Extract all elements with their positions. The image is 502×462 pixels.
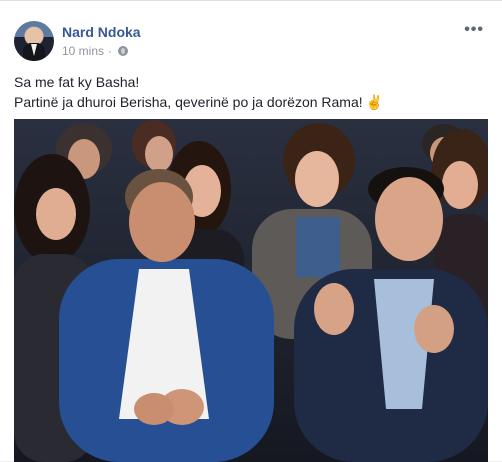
author-avatar[interactable]	[14, 21, 54, 61]
post-card: Nard Ndoka 10 mins · ••• Sa me fat ky Ba…	[0, 0, 502, 462]
post-message: Sa me fat ky Basha! Partinë ja dhuroi Be…	[14, 72, 488, 112]
post-timestamp[interactable]: 10 mins	[62, 44, 104, 58]
globe-icon[interactable]	[118, 46, 129, 56]
post-meta: 10 mins ·	[62, 44, 129, 58]
post-text-line-2: Partinë ja dhuroi Berisha, qeverinë po j…	[14, 92, 488, 112]
author-name[interactable]: Nard Ndoka	[62, 24, 141, 40]
meta-separator: ·	[108, 44, 113, 58]
photo-illustration	[14, 119, 488, 462]
post-header: Nard Ndoka 10 mins · •••	[14, 21, 488, 61]
post-photo[interactable]	[14, 119, 488, 462]
more-options-icon[interactable]: •••	[464, 21, 484, 39]
post-text-line-1: Sa me fat ky Basha!	[14, 74, 140, 90]
post-text-line-2-text: Partinë ja dhuroi Berisha, qeverinë po j…	[14, 94, 363, 110]
victory-hand-icon: ✌	[365, 94, 384, 110]
